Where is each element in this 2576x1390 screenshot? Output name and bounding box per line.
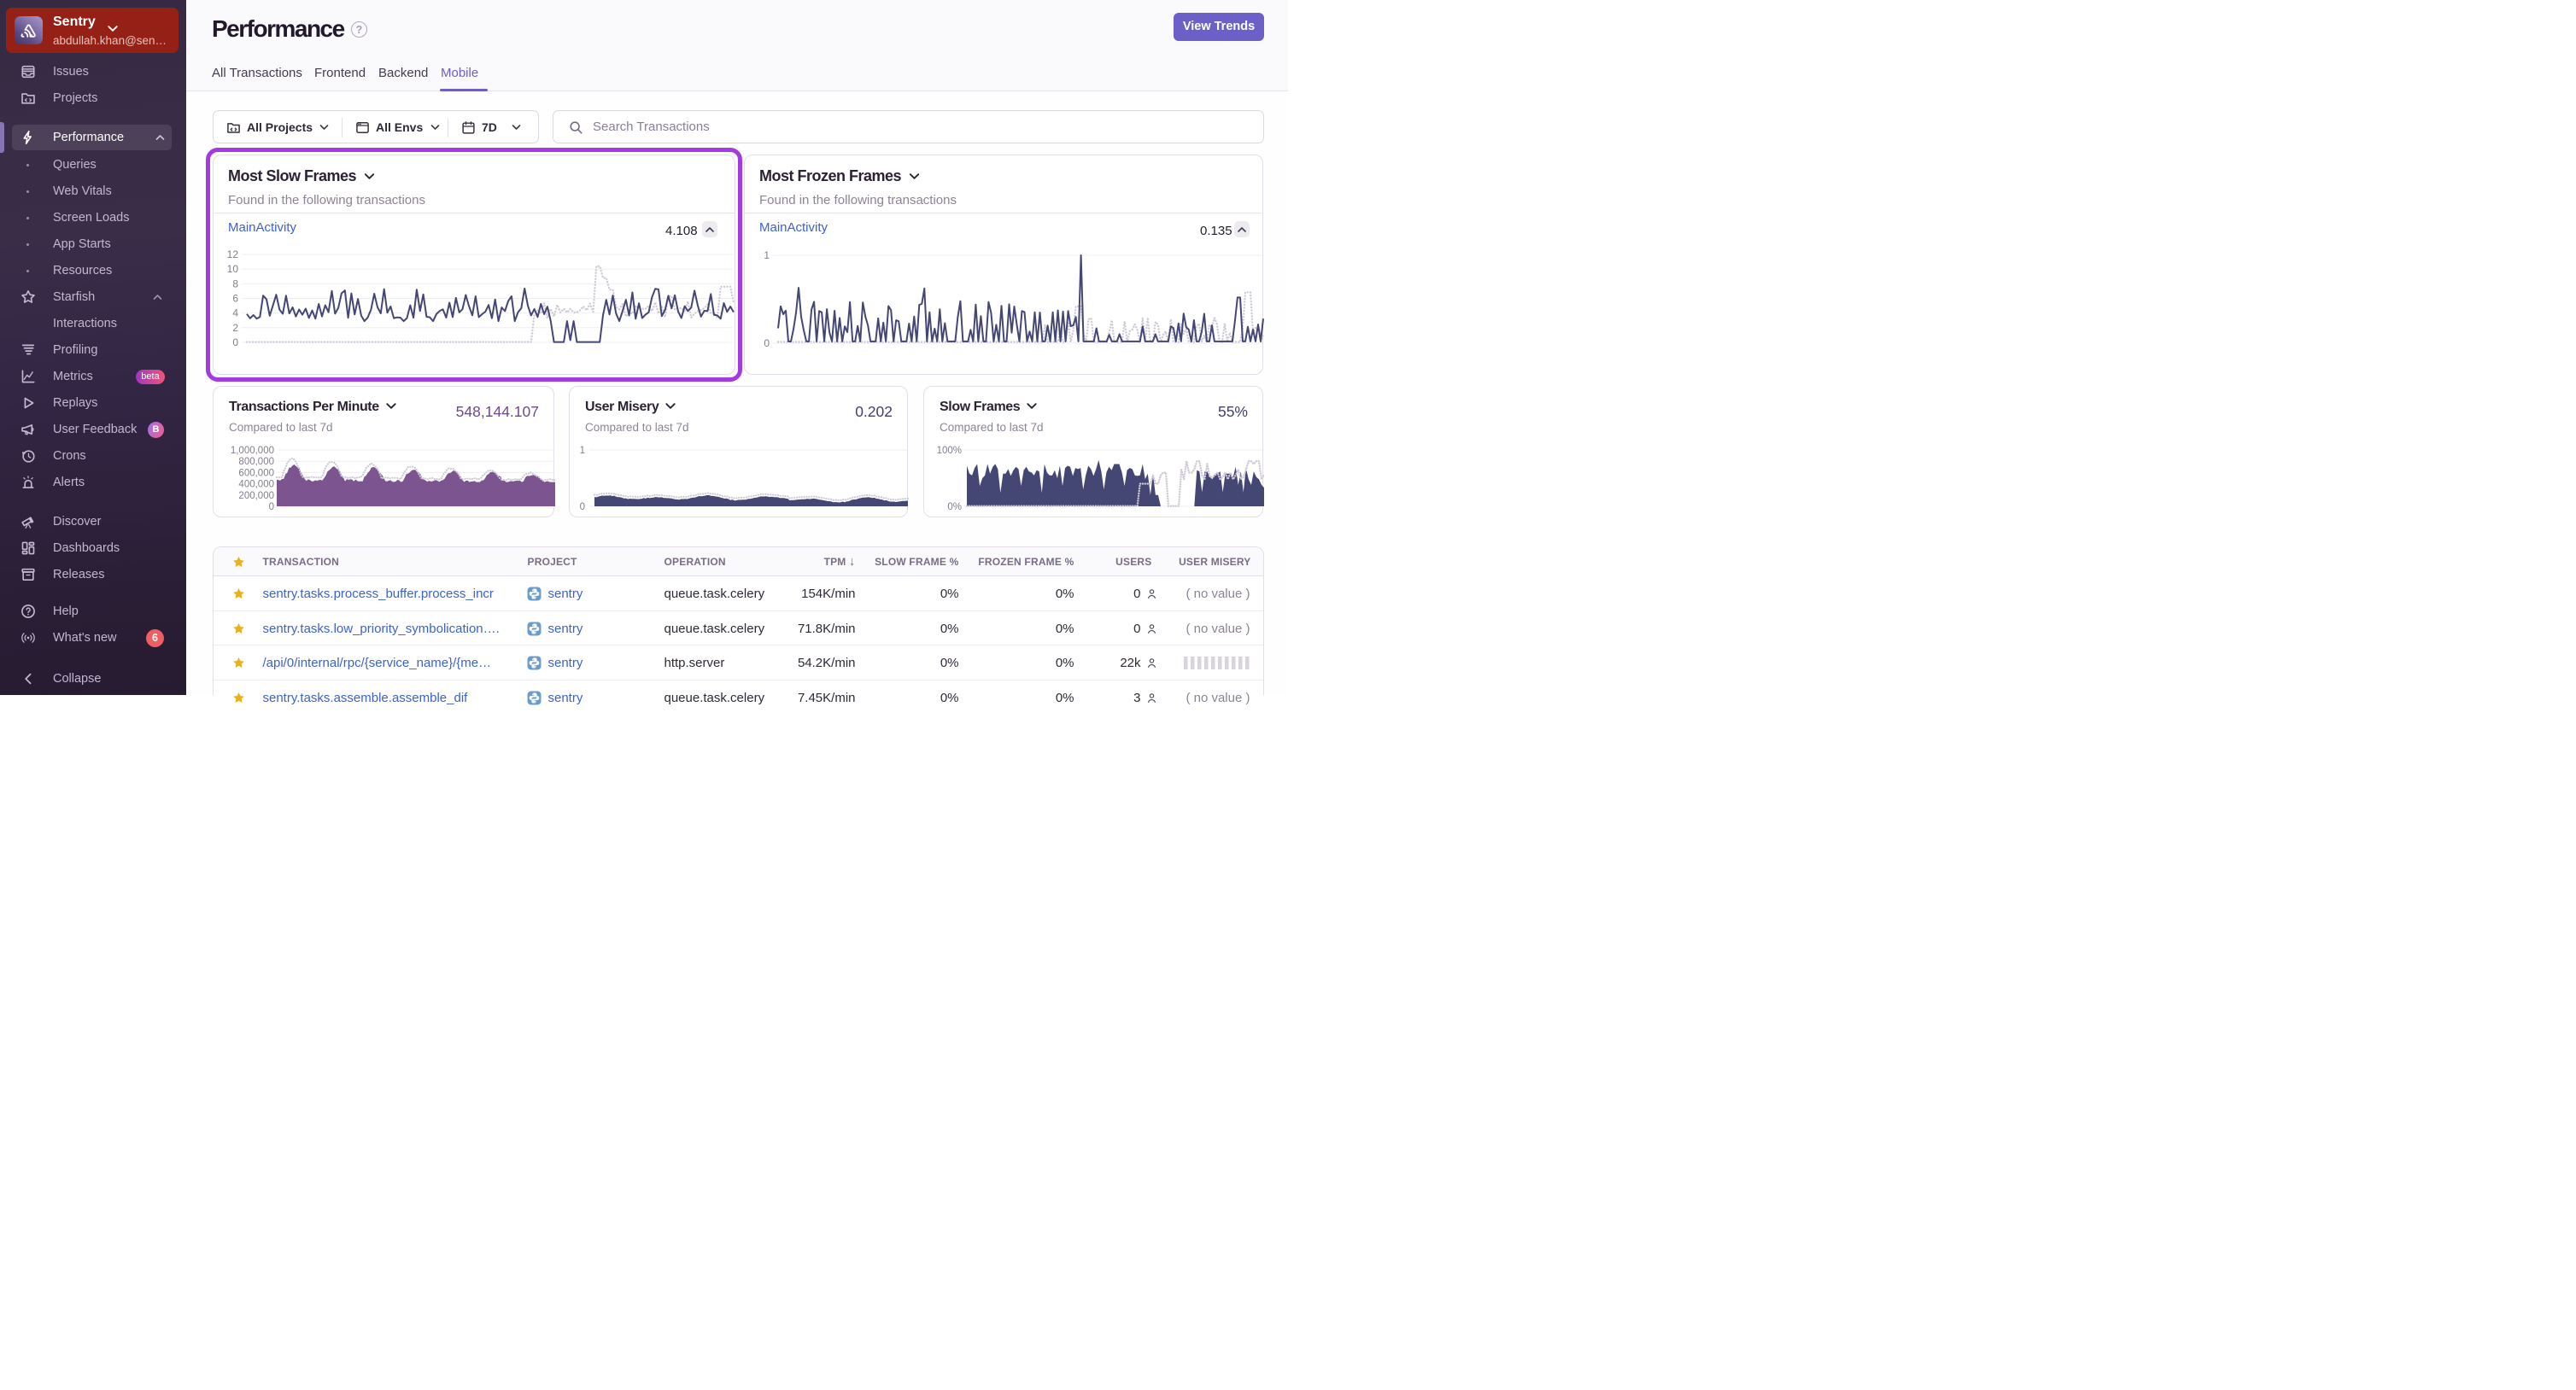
svg-text:0: 0 xyxy=(764,337,770,349)
svg-text:0: 0 xyxy=(269,502,274,512)
svg-text:2: 2 xyxy=(232,322,238,334)
svg-text:0: 0 xyxy=(232,336,238,348)
svg-text:0: 0 xyxy=(580,502,585,512)
svg-text:1: 1 xyxy=(580,446,585,456)
svg-text:12: 12 xyxy=(227,248,239,260)
svg-text:6: 6 xyxy=(232,293,238,305)
svg-text:4: 4 xyxy=(232,307,238,319)
svg-text:8: 8 xyxy=(232,277,238,289)
svg-text:10: 10 xyxy=(227,263,239,275)
svg-text:800,000: 800,000 xyxy=(238,457,274,467)
svg-text:600,000: 600,000 xyxy=(238,468,274,478)
svg-text:100%: 100% xyxy=(937,446,962,456)
svg-text:1: 1 xyxy=(764,249,770,261)
svg-text:200,000: 200,000 xyxy=(238,491,274,501)
svg-text:0%: 0% xyxy=(947,502,962,512)
svg-text:1,000,000: 1,000,000 xyxy=(231,446,274,456)
svg-text:400,000: 400,000 xyxy=(238,480,274,490)
